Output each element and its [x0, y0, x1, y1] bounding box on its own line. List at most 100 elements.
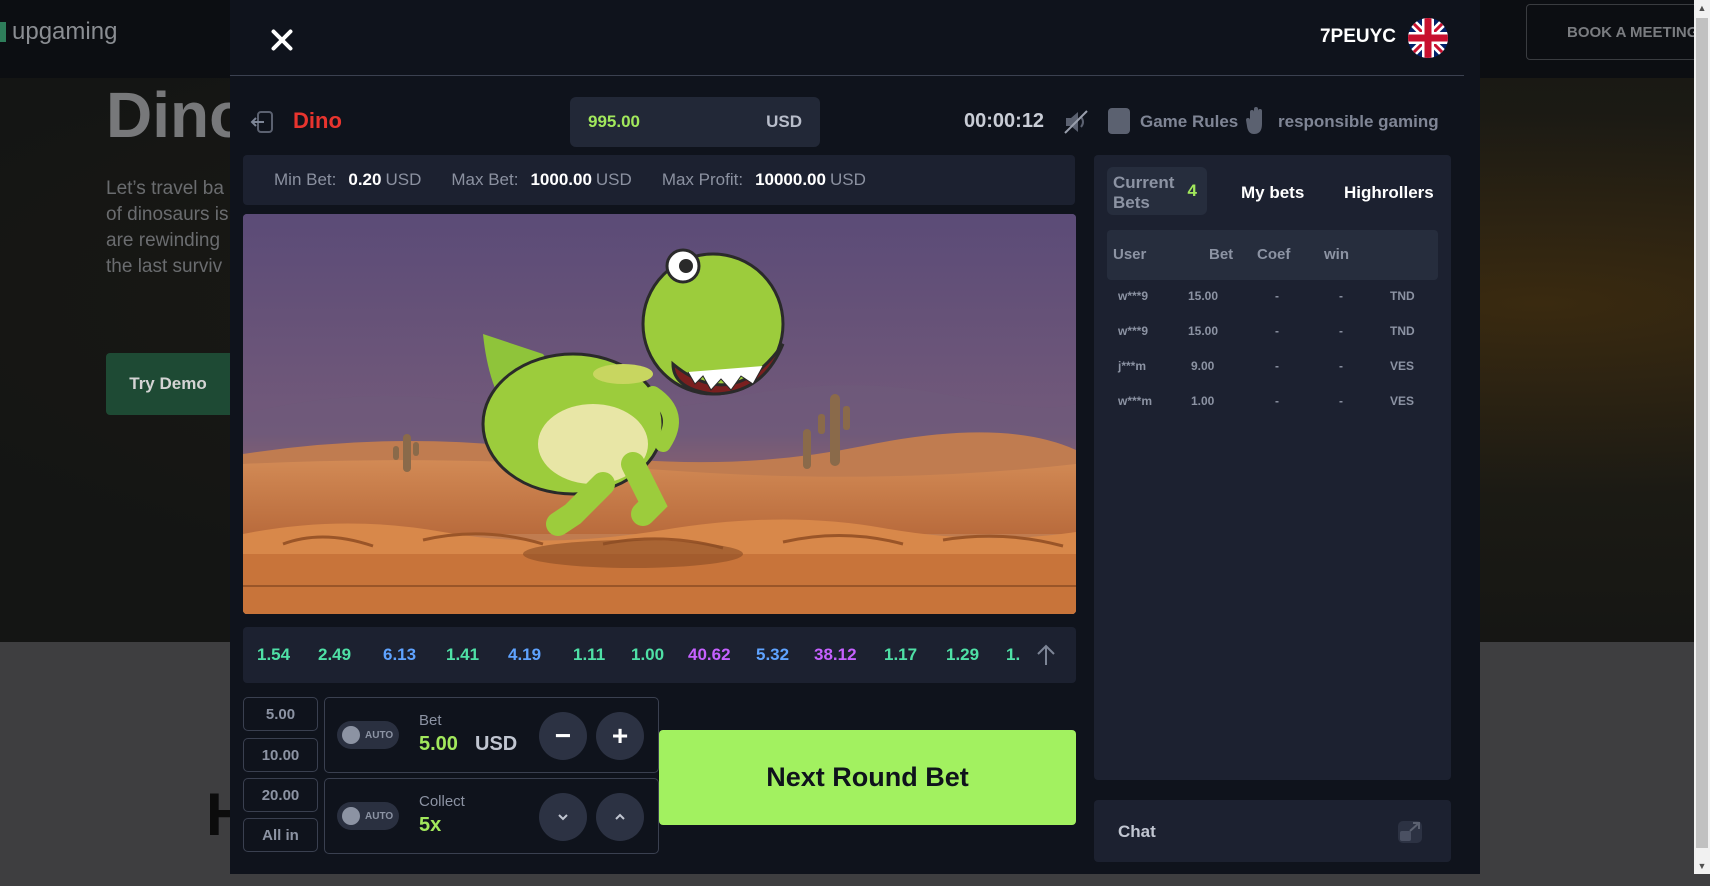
history-item: 40.62	[688, 645, 731, 664]
col-coef: Coef	[1257, 246, 1291, 263]
hand-icon[interactable]	[1246, 106, 1266, 136]
scroll-thumb[interactable]	[1696, 18, 1708, 848]
row-coef: -	[1275, 394, 1279, 408]
chat-bar[interactable]: Chat	[1094, 800, 1451, 862]
logo-text: upgaming	[12, 18, 118, 45]
row-coef: -	[1275, 359, 1279, 373]
toggle-knob	[342, 807, 360, 825]
history-item: 1.54	[257, 645, 291, 664]
hero-title: Dino	[106, 79, 249, 151]
row-user: w***m	[1118, 394, 1153, 408]
table-row: w***9 15.00 - - TND	[1107, 316, 1438, 346]
col-win: win	[1324, 246, 1349, 263]
row-bet: 15.00	[1188, 289, 1219, 303]
current-bets-count: 4	[1187, 181, 1197, 200]
chevron-down-icon	[558, 814, 568, 821]
history-item: 1.11	[573, 645, 606, 664]
scroll-down-arrow-icon[interactable]: ▼	[1694, 858, 1710, 874]
history-item: 1.41	[446, 645, 480, 664]
minus-icon: −	[554, 720, 572, 751]
history-item: 6.13	[383, 645, 417, 664]
history-item: 1.00	[631, 645, 665, 664]
scroll-up-arrow-icon[interactable]: ▲	[1694, 0, 1710, 16]
toggle-knob	[342, 726, 360, 744]
max-profit-value: 10000.00	[755, 170, 826, 189]
row-bet: 1.00	[1191, 394, 1215, 408]
tab-my-bets[interactable]: My bets	[1241, 183, 1304, 203]
collect-label: Collect	[419, 793, 465, 810]
hero-line: of dinosaurs is	[106, 204, 229, 225]
quick-bet-button[interactable]: All in	[243, 818, 318, 852]
history-item: 1.17	[884, 645, 918, 664]
row-win: -	[1339, 394, 1343, 408]
next-round-bet-button[interactable]: Next Round Bet	[659, 730, 1076, 825]
bet-currency: USD	[475, 733, 518, 755]
min-bet-label: Min Bet:	[274, 170, 337, 189]
row-user: w***9	[1118, 289, 1149, 303]
bet-amount[interactable]: 5.00	[419, 733, 458, 756]
history-item: 38.12	[814, 645, 857, 664]
min-bet-value: 0.20	[348, 170, 382, 189]
bets-panel: Current Bets 4 My bets Highrollers User …	[1094, 155, 1451, 780]
collect-down-button[interactable]	[539, 793, 587, 841]
logo-mark-icon	[0, 22, 6, 42]
responsible-gaming-link[interactable]: responsible gaming	[1278, 112, 1439, 132]
arrow-up-icon[interactable]	[1034, 643, 1058, 667]
bets-table-header: User Bet Coef win	[1107, 230, 1438, 280]
increase-bet-button[interactable]: +	[596, 712, 644, 760]
user-id: 7PEUYC	[1319, 26, 1396, 47]
tab-highrollers[interactable]: Highrollers	[1344, 183, 1434, 203]
uk-flag-icon[interactable]	[1408, 18, 1448, 58]
quick-bet-button[interactable]: 20.00	[243, 778, 318, 812]
game-modal: 7PEUYC Dino 995.00 USD 00:00:12 Game Rul…	[230, 0, 1710, 874]
row-win: -	[1339, 289, 1343, 303]
row-coef: -	[1275, 324, 1279, 338]
history-item: 4.19	[508, 645, 542, 664]
hero-line: the last surviv	[106, 256, 223, 277]
plus-icon: +	[611, 720, 629, 751]
coefficient-history: 1.54 2.49 6.13 1.41 4.19 1.11 1.00 40.62…	[243, 627, 1076, 683]
row-win: -	[1339, 324, 1343, 338]
modal-scrollbar[interactable]: ▲ ▼	[1694, 0, 1710, 874]
clipboard-icon[interactable]	[1108, 108, 1130, 134]
row-currency: VES	[1390, 394, 1415, 408]
game-name: Dino	[293, 108, 342, 133]
history-item: 5.32	[756, 645, 790, 664]
table-row: w***9 15.00 - - TND	[1107, 281, 1438, 311]
tab-current-bets[interactable]: Current Bets 4	[1107, 167, 1207, 215]
sound-muted-icon[interactable]	[1062, 108, 1090, 136]
chat-label: Chat	[1118, 822, 1156, 841]
collect-panel: AUTO Collect 5x	[324, 778, 659, 854]
try-demo-button[interactable]: Try Demo	[106, 353, 230, 415]
round-timer: 00:00:12	[964, 110, 1045, 132]
close-icon[interactable]	[264, 22, 300, 58]
history-item: 1.29	[946, 645, 980, 664]
expand-chat-icon[interactable]	[1397, 820, 1423, 844]
quick-bet-button[interactable]: 5.00	[243, 697, 318, 731]
bet-label: Bet	[419, 712, 442, 729]
hero-line: Let’s travel ba	[106, 178, 224, 199]
quick-bet-button[interactable]: 10.00	[243, 738, 318, 772]
min-bet-currency: USD	[385, 170, 422, 189]
col-user: User	[1113, 246, 1147, 263]
row-coef: -	[1275, 289, 1279, 303]
table-row: j***m 9.00 - - VES	[1107, 351, 1438, 381]
book-meeting-button[interactable]: BOOK A MEETING	[1526, 4, 1710, 60]
auto-collect-toggle[interactable]: AUTO	[337, 802, 399, 830]
max-profit-currency: USD	[829, 170, 866, 189]
collect-value[interactable]: 5x	[419, 814, 441, 837]
back-arrow-icon[interactable]	[250, 108, 278, 136]
decrease-bet-button[interactable]: −	[539, 712, 587, 760]
collect-up-button[interactable]	[596, 793, 644, 841]
row-bet: 9.00	[1191, 359, 1215, 373]
balance-value: 995.00	[588, 112, 640, 131]
table-row: w***m 1.00 - - VES	[1107, 386, 1438, 416]
row-currency: TND	[1390, 289, 1415, 303]
bet-limits: Min Bet: 0.20 USD Max Bet: 1000.00 USD M…	[243, 155, 1075, 205]
row-user: j***m	[1118, 359, 1147, 373]
game-rules-link[interactable]: Game Rules	[1140, 112, 1238, 132]
row-bet: 15.00	[1188, 324, 1219, 338]
balance-box: 995.00 USD	[570, 97, 820, 147]
game-scene	[243, 214, 1076, 614]
auto-bet-toggle[interactable]: AUTO	[337, 721, 399, 749]
